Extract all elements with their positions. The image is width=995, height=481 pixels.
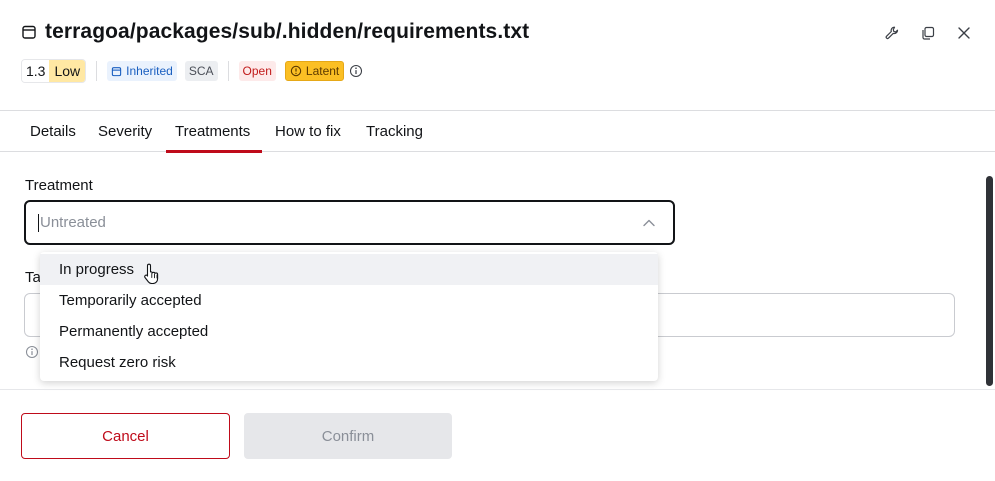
title-row: terragoa/packages/sub/.hidden/requiremen… bbox=[21, 20, 529, 44]
tab-severity[interactable]: Severity bbox=[98, 111, 152, 152]
divider bbox=[96, 61, 98, 81]
tab-treatments[interactable]: Treatments bbox=[166, 111, 262, 153]
wrench-icon[interactable] bbox=[883, 24, 901, 42]
copy-icon[interactable] bbox=[919, 24, 937, 42]
scrollbar-thumb[interactable] bbox=[986, 176, 993, 386]
modal-footer: Cancel Confirm bbox=[0, 389, 995, 481]
inherited-badge: Inherited bbox=[107, 61, 177, 81]
treatment-label: Treatment bbox=[25, 177, 93, 194]
severity-score-badge: 1.3 Low bbox=[21, 59, 87, 83]
tabs-bar: Details Severity Treatments How to fix T… bbox=[0, 110, 995, 153]
severity-level: Low bbox=[49, 60, 86, 82]
latent-badge: Latent bbox=[284, 61, 345, 81]
info-icon bbox=[25, 345, 39, 359]
option-permanently-accepted[interactable]: Permanently accepted bbox=[40, 316, 658, 347]
second-field-label: Ta bbox=[25, 269, 41, 286]
modal-header: terragoa/packages/sub/.hidden/requiremen… bbox=[0, 0, 995, 110]
tab-tracking[interactable]: Tracking bbox=[366, 111, 423, 152]
status-badge: Open bbox=[238, 61, 276, 81]
technique-badge: SCA bbox=[184, 61, 218, 81]
page-title: terragoa/packages/sub/.hidden/requiremen… bbox=[45, 20, 530, 43]
option-request-zero-risk[interactable]: Request zero risk bbox=[40, 347, 658, 378]
file-icon bbox=[21, 24, 37, 40]
calendar-icon bbox=[111, 66, 122, 76]
scrollbar[interactable] bbox=[986, 176, 993, 386]
cancel-button[interactable]: Cancel bbox=[21, 413, 230, 459]
option-temporarily-accepted[interactable]: Temporarily accepted bbox=[40, 285, 658, 316]
treatment-select-placeholder: Untreated bbox=[40, 214, 106, 231]
text-caret bbox=[38, 213, 39, 232]
alert-circle-icon bbox=[290, 65, 302, 77]
treatment-select[interactable]: Untreated bbox=[24, 200, 675, 245]
divider bbox=[227, 61, 229, 81]
hand-pointer-icon bbox=[143, 262, 161, 285]
latent-label: Latent bbox=[305, 64, 340, 78]
severity-score: 1.3 bbox=[22, 60, 50, 82]
close-icon[interactable] bbox=[955, 24, 973, 42]
tab-how-to-fix[interactable]: How to fix bbox=[275, 111, 341, 152]
tab-details[interactable]: Details bbox=[30, 111, 76, 152]
inherited-label: Inherited bbox=[126, 64, 173, 78]
confirm-button[interactable]: Confirm bbox=[244, 413, 452, 459]
option-in-progress[interactable]: In progress bbox=[40, 254, 658, 285]
treatment-dropdown-menu: In progress Temporarily accepted Permane… bbox=[40, 252, 658, 381]
chevron-up-icon bbox=[641, 215, 657, 231]
header-actions bbox=[883, 24, 973, 42]
info-icon[interactable] bbox=[349, 64, 363, 78]
badges-row: 1.3 Low Inherited SCA Open Latent bbox=[21, 59, 363, 83]
